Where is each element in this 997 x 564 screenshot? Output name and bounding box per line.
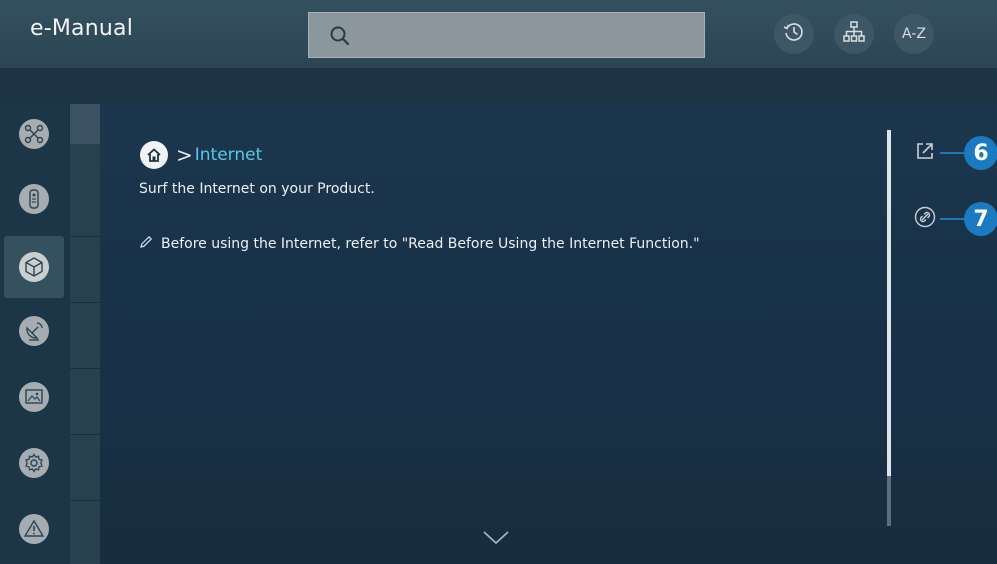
link-button[interactable] <box>912 206 938 232</box>
picture-sound-icon <box>19 382 49 412</box>
e-manual-screen: e-Manual A-Z > Internet Surf the Interne… <box>0 0 997 564</box>
search-icon <box>329 25 351 51</box>
note-text: Before using the Internet, refer to "Rea… <box>161 236 700 252</box>
page-description: Surf the Internet on your Product. <box>139 181 375 197</box>
sidebar-divider <box>70 302 100 303</box>
pencil-icon <box>139 235 153 253</box>
sidebar-item-general[interactable] <box>4 432 64 494</box>
link-icon <box>914 206 936 232</box>
remote-control-icon <box>19 184 49 214</box>
sidebar-item-troubleshooting[interactable] <box>4 498 64 560</box>
callout-badge: 7 <box>964 202 997 236</box>
warning-troubleshooting-icon <box>19 514 49 544</box>
header-stripe <box>0 68 997 104</box>
sidebar-item-connections[interactable] <box>4 236 64 298</box>
sidebar-divider <box>70 500 100 501</box>
note: Before using the Internet, refer to "Rea… <box>139 235 700 253</box>
sidebar-submenu-tab[interactable] <box>70 104 100 144</box>
sitemap-button[interactable] <box>834 14 874 54</box>
sidebar-submenu-column <box>70 104 100 564</box>
callout-connector <box>940 218 966 220</box>
smart-features-icon <box>19 119 49 149</box>
sidebar-item-remote-control[interactable] <box>4 168 64 230</box>
recent-history-button[interactable] <box>774 14 814 54</box>
recent-history-icon <box>782 20 806 48</box>
sitemap-icon <box>842 20 866 48</box>
manual-content-panel: > Internet Surf the Internet on your Pro… <box>100 104 997 564</box>
sidebar-item-broadcasting[interactable] <box>4 300 64 362</box>
open-external-button[interactable] <box>912 140 938 166</box>
sidebar-item-smart-features[interactable] <box>4 103 64 165</box>
settings-gear-icon <box>19 448 49 478</box>
a-z-index-button[interactable]: A-Z <box>894 14 934 54</box>
connections-icon <box>19 252 49 282</box>
app-title: e-Manual <box>30 16 134 41</box>
home-icon[interactable] <box>140 141 168 169</box>
chevron-down-icon[interactable] <box>483 530 509 549</box>
scrollbar-thumb[interactable] <box>887 130 891 476</box>
breadcrumb-current: Internet <box>194 145 263 165</box>
sidebar-divider <box>70 434 100 435</box>
open-external-icon <box>914 140 936 166</box>
breadcrumb: > Internet <box>140 141 262 169</box>
callout-connector <box>940 152 966 154</box>
search-input[interactable] <box>308 12 705 58</box>
sidebar-divider <box>70 368 100 369</box>
broadcast-satellite-icon <box>19 316 49 346</box>
breadcrumb-separator: > <box>176 143 193 167</box>
sidebar-divider <box>70 236 100 237</box>
callout-badge: 6 <box>964 136 997 170</box>
sidebar-item-picture-sound[interactable] <box>4 366 64 428</box>
top-bar: e-Manual A-Z <box>0 0 997 68</box>
